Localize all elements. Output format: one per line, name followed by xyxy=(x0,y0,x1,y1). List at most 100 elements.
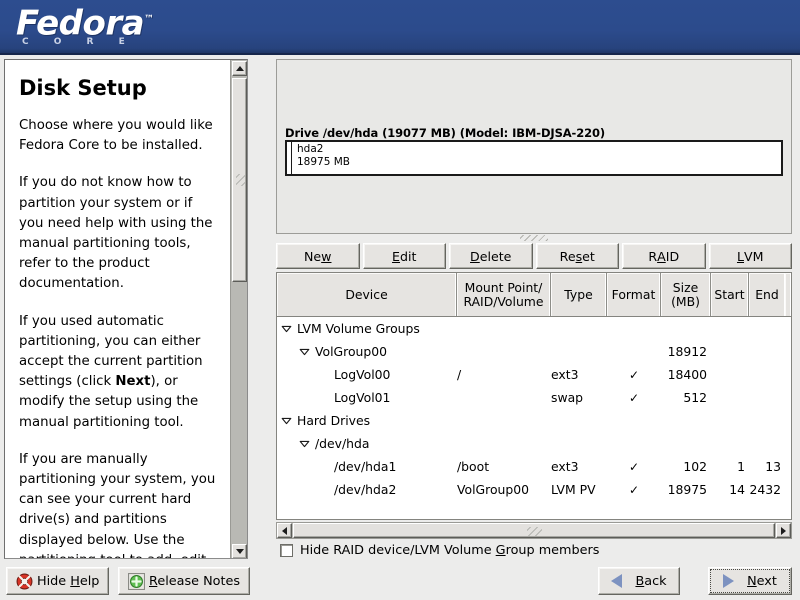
scrollbar-thumb[interactable] xyxy=(232,78,247,282)
scroll-left-button[interactable] xyxy=(277,523,292,538)
cell-device-label: /dev/hda xyxy=(315,436,370,451)
partition-bar[interactable]: hda2 18975 MB xyxy=(285,140,783,176)
table-row[interactable]: LVM Volume Groups xyxy=(277,317,791,340)
column-header-device[interactable]: Device xyxy=(277,273,457,316)
cell-device-label: /dev/hda1 xyxy=(334,459,397,474)
table-row[interactable]: /dev/hda xyxy=(277,432,791,455)
edit-button-mnemonic: E xyxy=(392,248,401,264)
raid-button[interactable]: R A ID xyxy=(622,243,706,269)
new-button-pre: Ne xyxy=(304,248,322,264)
triangle-left-icon xyxy=(282,526,287,535)
pane-splitter[interactable] xyxy=(276,235,792,241)
column-header-size-line1: Size xyxy=(672,279,699,295)
cell-device-label: LogVol01 xyxy=(334,390,391,405)
cell-device: LogVol01 xyxy=(277,390,457,405)
tree-expander-icon[interactable] xyxy=(281,415,292,426)
hide-raid-lvm-members-checkbox[interactable] xyxy=(280,544,293,557)
column-header-start[interactable]: Start xyxy=(711,273,749,316)
hide-help-button[interactable]: Hide Help xyxy=(6,567,110,595)
reset-button-pre: Re xyxy=(559,248,576,264)
table-row[interactable]: LogVol00 / ext3 ✓ 18400 xyxy=(277,363,791,386)
table-row[interactable]: /dev/hda1/boot ext3 ✓ 102 1 13 xyxy=(277,455,791,478)
column-header-type[interactable]: Type xyxy=(551,273,607,316)
partition-size: 18975 MB xyxy=(297,156,351,168)
triangle-down-icon xyxy=(235,549,244,554)
fedora-banner: Fedora™ C O R E xyxy=(0,0,800,55)
help-paragraph-2: If you do not know how to partition your… xyxy=(19,175,213,292)
horizontal-scrollbar-thumb[interactable] xyxy=(293,523,775,538)
next-label: Next xyxy=(747,574,777,589)
scroll-down-button[interactable] xyxy=(232,544,247,558)
lvm-button[interactable]: L VM xyxy=(708,243,792,269)
column-header-size[interactable]: Size (MB) xyxy=(661,273,711,316)
arrow-left-icon xyxy=(611,574,623,588)
bottom-button-bar: Hide Help Release Notes Back Next xyxy=(0,562,800,600)
cell-size: 512 xyxy=(683,390,707,405)
splitter-grip-icon xyxy=(520,235,548,241)
scroll-right-button[interactable] xyxy=(776,523,791,538)
raid-button-post: ID xyxy=(665,248,680,264)
scroll-up-button[interactable] xyxy=(232,61,247,76)
help-next-emphasis: Next xyxy=(115,374,151,390)
column-header-mount-line2: RAID/Volume xyxy=(463,293,544,309)
cell-device: /dev/hda2 xyxy=(277,482,457,497)
edit-button-post: dit xyxy=(400,248,417,264)
help-scrollbar[interactable] xyxy=(230,60,247,558)
grip-icon xyxy=(236,174,245,186)
tree-expander-icon[interactable] xyxy=(281,323,292,334)
cell-end: 13 xyxy=(765,459,781,474)
table-row[interactable]: VolGroup00 18912 xyxy=(277,340,791,363)
raid-button-mnemonic: A xyxy=(657,248,666,264)
disk-setup-area: Drive /dev/hda (19077 MB) (Model: IBM-DJ… xyxy=(276,59,796,559)
drive-graphic-panel: Drive /dev/hda (19077 MB) (Model: IBM-DJ… xyxy=(276,59,792,234)
table-row[interactable]: Hard Drives xyxy=(277,409,791,432)
back-mnemonic: B xyxy=(635,573,645,589)
green-plus-icon xyxy=(128,572,145,590)
partition-name: hda2 xyxy=(297,143,324,155)
cell-mount-point: VolGroup00 xyxy=(457,482,530,497)
table-row[interactable]: /dev/hda2 VolGroup00 LVM PV ✓ 18975 14 2432 xyxy=(277,478,791,501)
tree-expander-icon[interactable] xyxy=(299,438,310,449)
delete-button[interactable]: Delete xyxy=(449,243,533,269)
release-notes-button[interactable]: Release Notes xyxy=(118,567,251,595)
reset-button-post: et xyxy=(582,248,595,264)
table-header-row: Device Mount Point/ RAID/Volume Type For… xyxy=(277,273,791,317)
partition-segment-hda2[interactable]: hda2 18975 MB xyxy=(292,142,781,174)
cell-device: /dev/hda xyxy=(277,436,457,451)
reset-button[interactable]: Re s et xyxy=(535,243,619,269)
column-header-format[interactable]: Format xyxy=(607,273,661,316)
hide-raid-lvm-members-label: Hide RAID device/LVM Volume Group member… xyxy=(300,543,599,558)
back-button[interactable]: Back xyxy=(598,567,680,595)
column-header-end[interactable]: End xyxy=(749,273,785,316)
drive-label: Drive /dev/hda (19077 MB) (Model: IBM-DJ… xyxy=(285,126,606,140)
table-row[interactable]: LogVol01 swap ✓ 512 xyxy=(277,386,791,409)
cell-size: 18912 xyxy=(667,344,707,359)
cell-mount-point: /boot xyxy=(457,459,490,474)
new-button[interactable]: Ne w xyxy=(276,243,360,269)
column-header-size-line2: (MB) xyxy=(671,293,700,309)
cell-end: 2432 xyxy=(749,482,781,497)
next-button[interactable]: Next xyxy=(708,567,792,595)
help-paragraph-4: If you are manually partitioning your sy… xyxy=(19,451,216,558)
tree-expander-icon[interactable] xyxy=(299,346,310,357)
table-horizontal-scrollbar[interactable] xyxy=(276,522,792,539)
help-text-area: Disk Setup Choose where you would like F… xyxy=(5,60,230,558)
column-header-mount-point[interactable]: Mount Point/ RAID/Volume xyxy=(457,273,551,316)
column-header-mount-line1: Mount Point/ xyxy=(464,279,543,295)
triangle-up-icon xyxy=(235,66,244,71)
grip-icon xyxy=(527,527,542,536)
hide-help-pre: Hide xyxy=(37,573,71,589)
cell-type: LVM PV xyxy=(551,482,596,497)
raid-button-pre: R xyxy=(648,248,658,264)
partition-toolbar: Ne w Edit Delete Re s et R A ID L VM xyxy=(276,243,792,269)
cell-format: ✓ xyxy=(628,459,640,474)
cell-device: /dev/hda1 xyxy=(277,459,457,474)
logo-wordmark: Fedora™ xyxy=(16,2,154,41)
cell-size: 18975 xyxy=(667,482,707,497)
hide-raid-lvm-members-row[interactable]: Hide RAID device/LVM Volume Group member… xyxy=(280,543,599,558)
cell-size: 18400 xyxy=(667,367,707,382)
help-pane: Disk Setup Choose where you would like F… xyxy=(4,59,248,559)
lvm-button-post: VM xyxy=(744,248,764,264)
page-title: Disk Setup xyxy=(19,76,147,100)
edit-button[interactable]: Edit xyxy=(362,243,446,269)
